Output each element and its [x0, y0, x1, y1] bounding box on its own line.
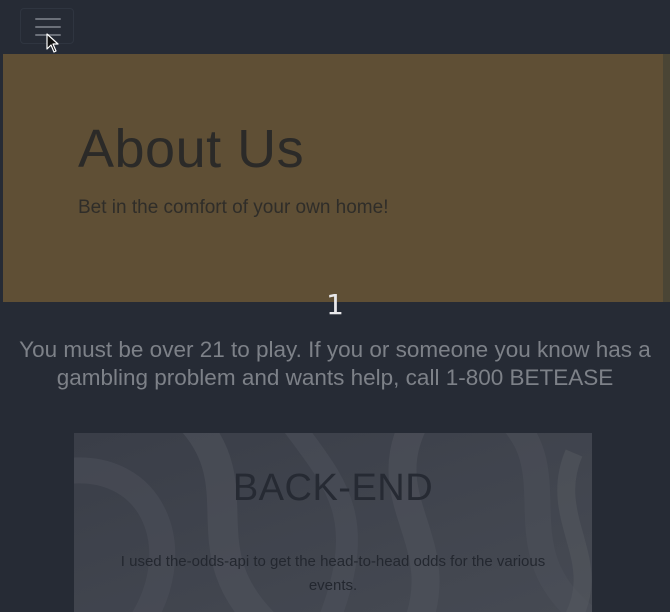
menu-bar-line — [35, 18, 61, 20]
mouse-cursor-icon — [46, 33, 59, 53]
card-text: I used the-odds-api to get the head-to-h… — [120, 553, 546, 594]
hero-banner: About Us Bet in the comfort of your own … — [3, 54, 663, 302]
hero-subtitle: Bet in the comfort of your own home! — [78, 197, 389, 218]
navbar — [0, 0, 670, 53]
card-title: BACK-END — [232, 467, 434, 509]
gambling-warning: You must be over 21 to play. If you or s… — [19, 337, 651, 390]
menu-bar-line — [35, 26, 61, 28]
hero-title: About Us — [78, 119, 305, 179]
page-number: 1 — [326, 288, 344, 321]
back-end-card: BACK-END I used the-odds-api to get the … — [74, 433, 592, 612]
scrollbar-track[interactable] — [663, 54, 670, 302]
